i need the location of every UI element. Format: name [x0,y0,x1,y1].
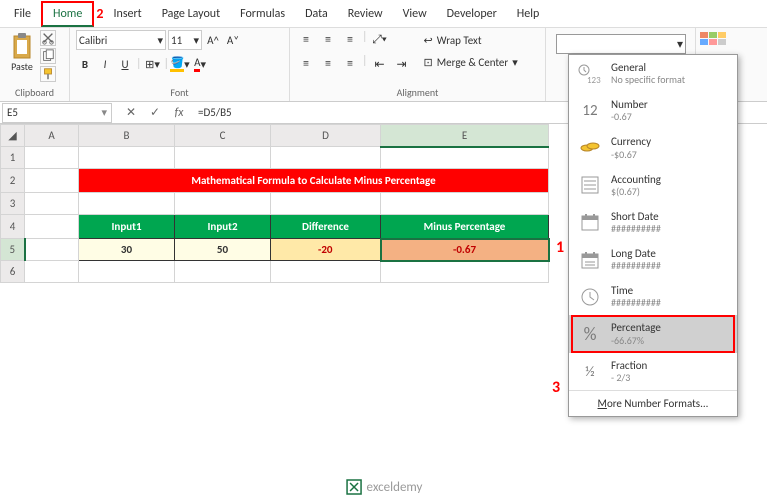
align-center-icon[interactable]: ≡ [318,54,338,74]
callout-3: 3 [552,378,560,397]
merge-icon: ⊡ [424,56,433,69]
font-size-select[interactable]: 11▾ [168,30,202,50]
format-painter-icon[interactable] [40,66,56,82]
tab-data[interactable]: Data [295,3,338,25]
long-date-icon [577,249,603,271]
increase-font-icon[interactable]: A^ [204,30,222,50]
time-icon [577,286,603,308]
formula-input[interactable]: =D5/B5 [194,106,236,119]
logo-icon [345,478,363,496]
row-header-4[interactable]: 4 [1,215,25,239]
paste-label: Paste [11,60,33,73]
orientation-icon[interactable]: ⤢▾ [370,30,390,50]
row-header-2[interactable]: 2 [1,169,25,193]
name-box[interactable]: E5▾ [2,103,112,123]
tab-insert[interactable]: Insert [103,3,151,25]
fill-color-button[interactable]: 🪣▾ [171,54,189,74]
decrease-font-icon[interactable]: A˅ [224,30,242,50]
header-difference[interactable]: Difference [271,215,381,239]
dropdown-scrollbar[interactable]: ▲ [737,55,738,416]
cell-c5[interactable]: 50 [175,239,271,261]
header-input1[interactable]: Input1 [79,215,175,239]
title-cell[interactable]: Mathematical Formula to Calculate Minus … [79,169,549,193]
paste-icon [10,32,34,60]
enter-icon[interactable]: ✓ [146,104,164,122]
merge-center-button[interactable]: ⊡Merge & Center ▾ [420,52,522,72]
number-format-dropdown: 123 GeneralNo specific format 12 Number-… [568,54,738,417]
svg-text:123: 123 [587,75,601,85]
percentage-icon: % [577,323,603,345]
col-header-d[interactable]: D [271,125,381,147]
font-name-select[interactable]: Calibri▾ [76,30,166,50]
ribbon-tabs: File Home 2 Insert Page Layout Formulas … [0,0,767,28]
alignment-group-label: Alignment [296,84,539,99]
format-general[interactable]: 123 GeneralNo specific format [569,55,737,92]
format-fraction[interactable]: ½ Fraction- 2/3 [569,353,737,390]
cancel-icon[interactable]: ✕ [122,104,140,122]
align-right-icon[interactable]: ≡ [340,54,360,74]
cell-d5[interactable]: -20 [271,239,381,261]
border-button[interactable]: ⊞▾ [144,54,162,74]
align-top-icon[interactable]: ≡ [296,30,316,50]
col-header-e[interactable]: E [381,125,549,147]
exceldemy-logo: exceldemy [345,478,423,496]
italic-button[interactable]: I [96,54,114,74]
font-group-label: Font [76,84,283,99]
number-icon: 12 [577,100,603,122]
callout-1: 1 [556,238,564,257]
format-percentage[interactable]: % Percentage-66.67% [569,315,737,352]
underline-button[interactable]: U [116,54,134,74]
format-accounting[interactable]: Accounting$(0.67) [569,167,737,204]
clipboard-label: Clipboard [6,84,63,99]
tab-help[interactable]: Help [507,3,550,25]
col-header-b[interactable]: B [79,125,175,147]
cell-styles-icon[interactable] [700,32,726,52]
tab-formulas[interactable]: Formulas [230,3,295,25]
font-color-button[interactable]: A▾ [191,54,209,74]
tab-review[interactable]: Review [338,3,393,25]
tab-page-layout[interactable]: Page Layout [152,3,230,25]
format-long-date[interactable]: Long Date########## [569,241,737,278]
number-format-select[interactable]: ▾ [556,34,686,54]
format-number[interactable]: 12 Number-0.67 [569,92,737,129]
row-header-5[interactable]: 5 [1,239,25,261]
col-header-a[interactable]: A [25,125,79,147]
callout-2: 2 [96,5,103,22]
align-left-icon[interactable]: ≡ [296,54,316,74]
tab-developer[interactable]: Developer [437,3,507,25]
copy-icon[interactable] [40,48,56,64]
fraction-icon: ½ [577,360,603,382]
row-header-6[interactable]: 6 [1,261,25,283]
cell-e5[interactable]: -0.67 [381,239,549,261]
general-icon: 123 [577,63,603,85]
indent-right-icon[interactable]: ⇥ [392,54,412,74]
currency-icon [577,137,603,159]
fx-icon[interactable]: fx [170,104,188,122]
wrap-icon: ↩ [424,34,433,47]
accounting-icon [577,174,603,196]
tab-file[interactable]: File [4,3,41,25]
paste-button[interactable]: Paste [6,30,38,75]
tab-home[interactable]: Home [41,1,94,27]
col-header-c[interactable]: C [175,125,271,147]
header-minus-pct[interactable]: Minus Percentage [381,215,549,239]
bold-button[interactable]: B [76,54,94,74]
row-header-1[interactable]: 1 [1,147,25,169]
header-input2[interactable]: Input2 [175,215,271,239]
format-currency[interactable]: Currency-$0.67 [569,129,737,166]
format-time[interactable]: Time########## [569,278,737,315]
short-date-icon [577,211,603,233]
align-middle-icon[interactable]: ≡ [318,30,338,50]
tab-view[interactable]: View [393,3,437,25]
cell-b5[interactable]: 30 [79,239,175,261]
indent-left-icon[interactable]: ⇤ [370,54,390,74]
format-short-date[interactable]: Short Date########## [569,204,737,241]
wrap-text-button[interactable]: ↩Wrap Text [420,30,522,50]
more-number-formats[interactable]: More Number Formats... [569,390,737,416]
align-bottom-icon[interactable]: ≡ [340,30,360,50]
select-all-corner[interactable]: ◢ [1,125,25,147]
row-header-3[interactable]: 3 [1,193,25,215]
cut-icon[interactable] [40,30,56,46]
